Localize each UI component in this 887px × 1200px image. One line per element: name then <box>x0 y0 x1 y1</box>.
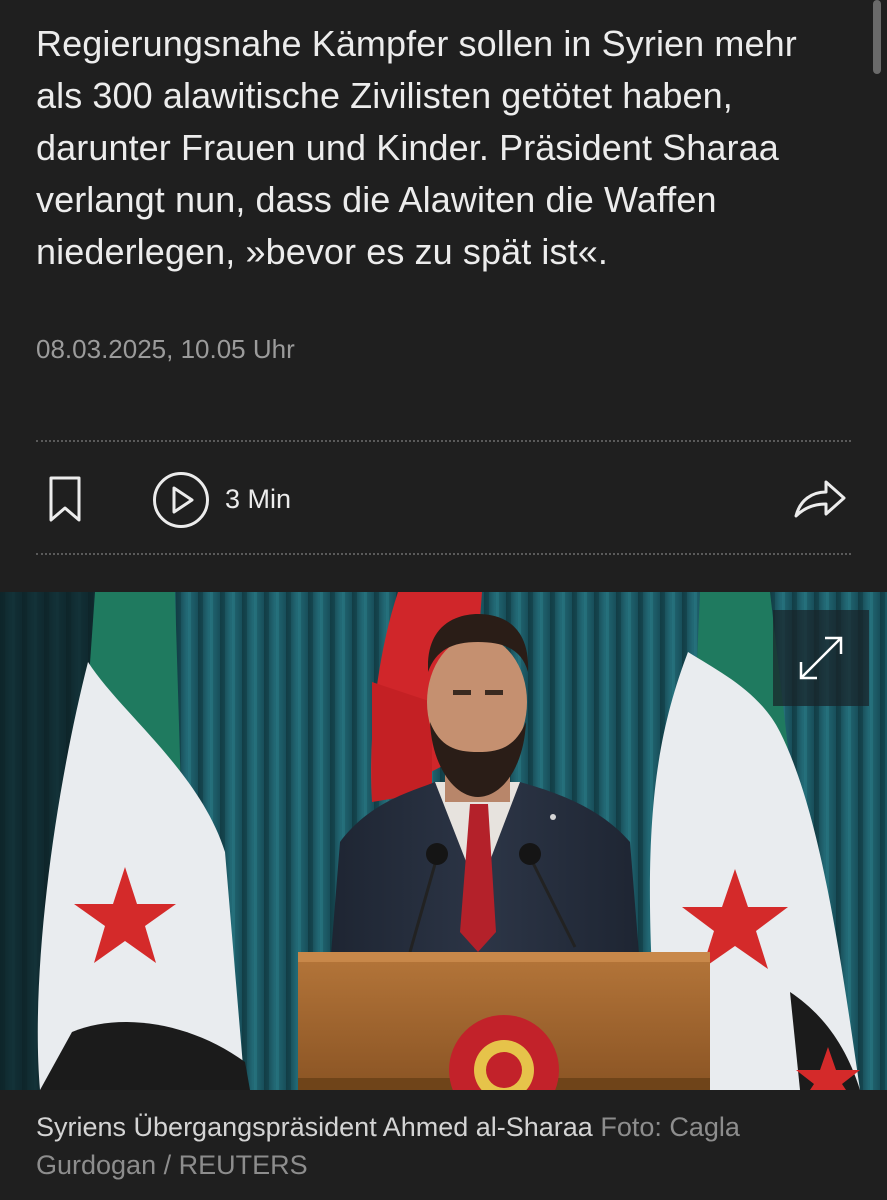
article-teaser: Regierungsnahe Kämpfer sollen in Syrien … <box>36 18 846 278</box>
publish-date: 08.03.2025, 10.05 Uhr <box>36 334 295 364</box>
expand-arrows-icon <box>799 636 843 680</box>
teaser-line: als 300 alawitische Zivilisten getötet h… <box>36 75 733 116</box>
teaser-line: verlangt nun, dass die Alawiten die Waff… <box>36 179 717 220</box>
caption-text: Syriens Übergangspräsident Ahmed al-Shar… <box>36 1112 593 1142</box>
teaser-line: Regierungsnahe Kämpfer sollen in Syrien … <box>36 23 797 64</box>
teaser-line: niederlegen, »bevor es zu spät ist«. <box>36 231 608 272</box>
podium <box>298 952 710 1090</box>
bookmark-button[interactable] <box>48 475 82 523</box>
share-button[interactable] <box>792 474 848 524</box>
play-audio-button[interactable] <box>152 471 210 529</box>
photo-credit-line2: Gurdogan / REUTERS <box>36 1150 308 1180</box>
bookmark-icon <box>49 476 81 522</box>
audio-duration[interactable]: 3 Min <box>225 484 291 515</box>
expand-image-button[interactable] <box>773 610 869 706</box>
photo-illustration <box>0 592 887 1090</box>
play-circle-icon <box>153 472 209 528</box>
article-photo[interactable] <box>0 592 887 1090</box>
scrollbar[interactable] <box>873 0 881 74</box>
photo-credit-line1: Foto: Cagla <box>600 1112 740 1142</box>
divider <box>36 440 851 442</box>
share-arrow-icon <box>794 480 846 518</box>
article-page: Regierungsnahe Kämpfer sollen in Syrien … <box>0 0 887 1200</box>
teaser-line: darunter Frauen und Kinder. Präsident Sh… <box>36 127 779 168</box>
divider <box>36 553 851 555</box>
photo-caption: Syriens Übergangspräsident Ahmed al-Shar… <box>36 1108 851 1184</box>
